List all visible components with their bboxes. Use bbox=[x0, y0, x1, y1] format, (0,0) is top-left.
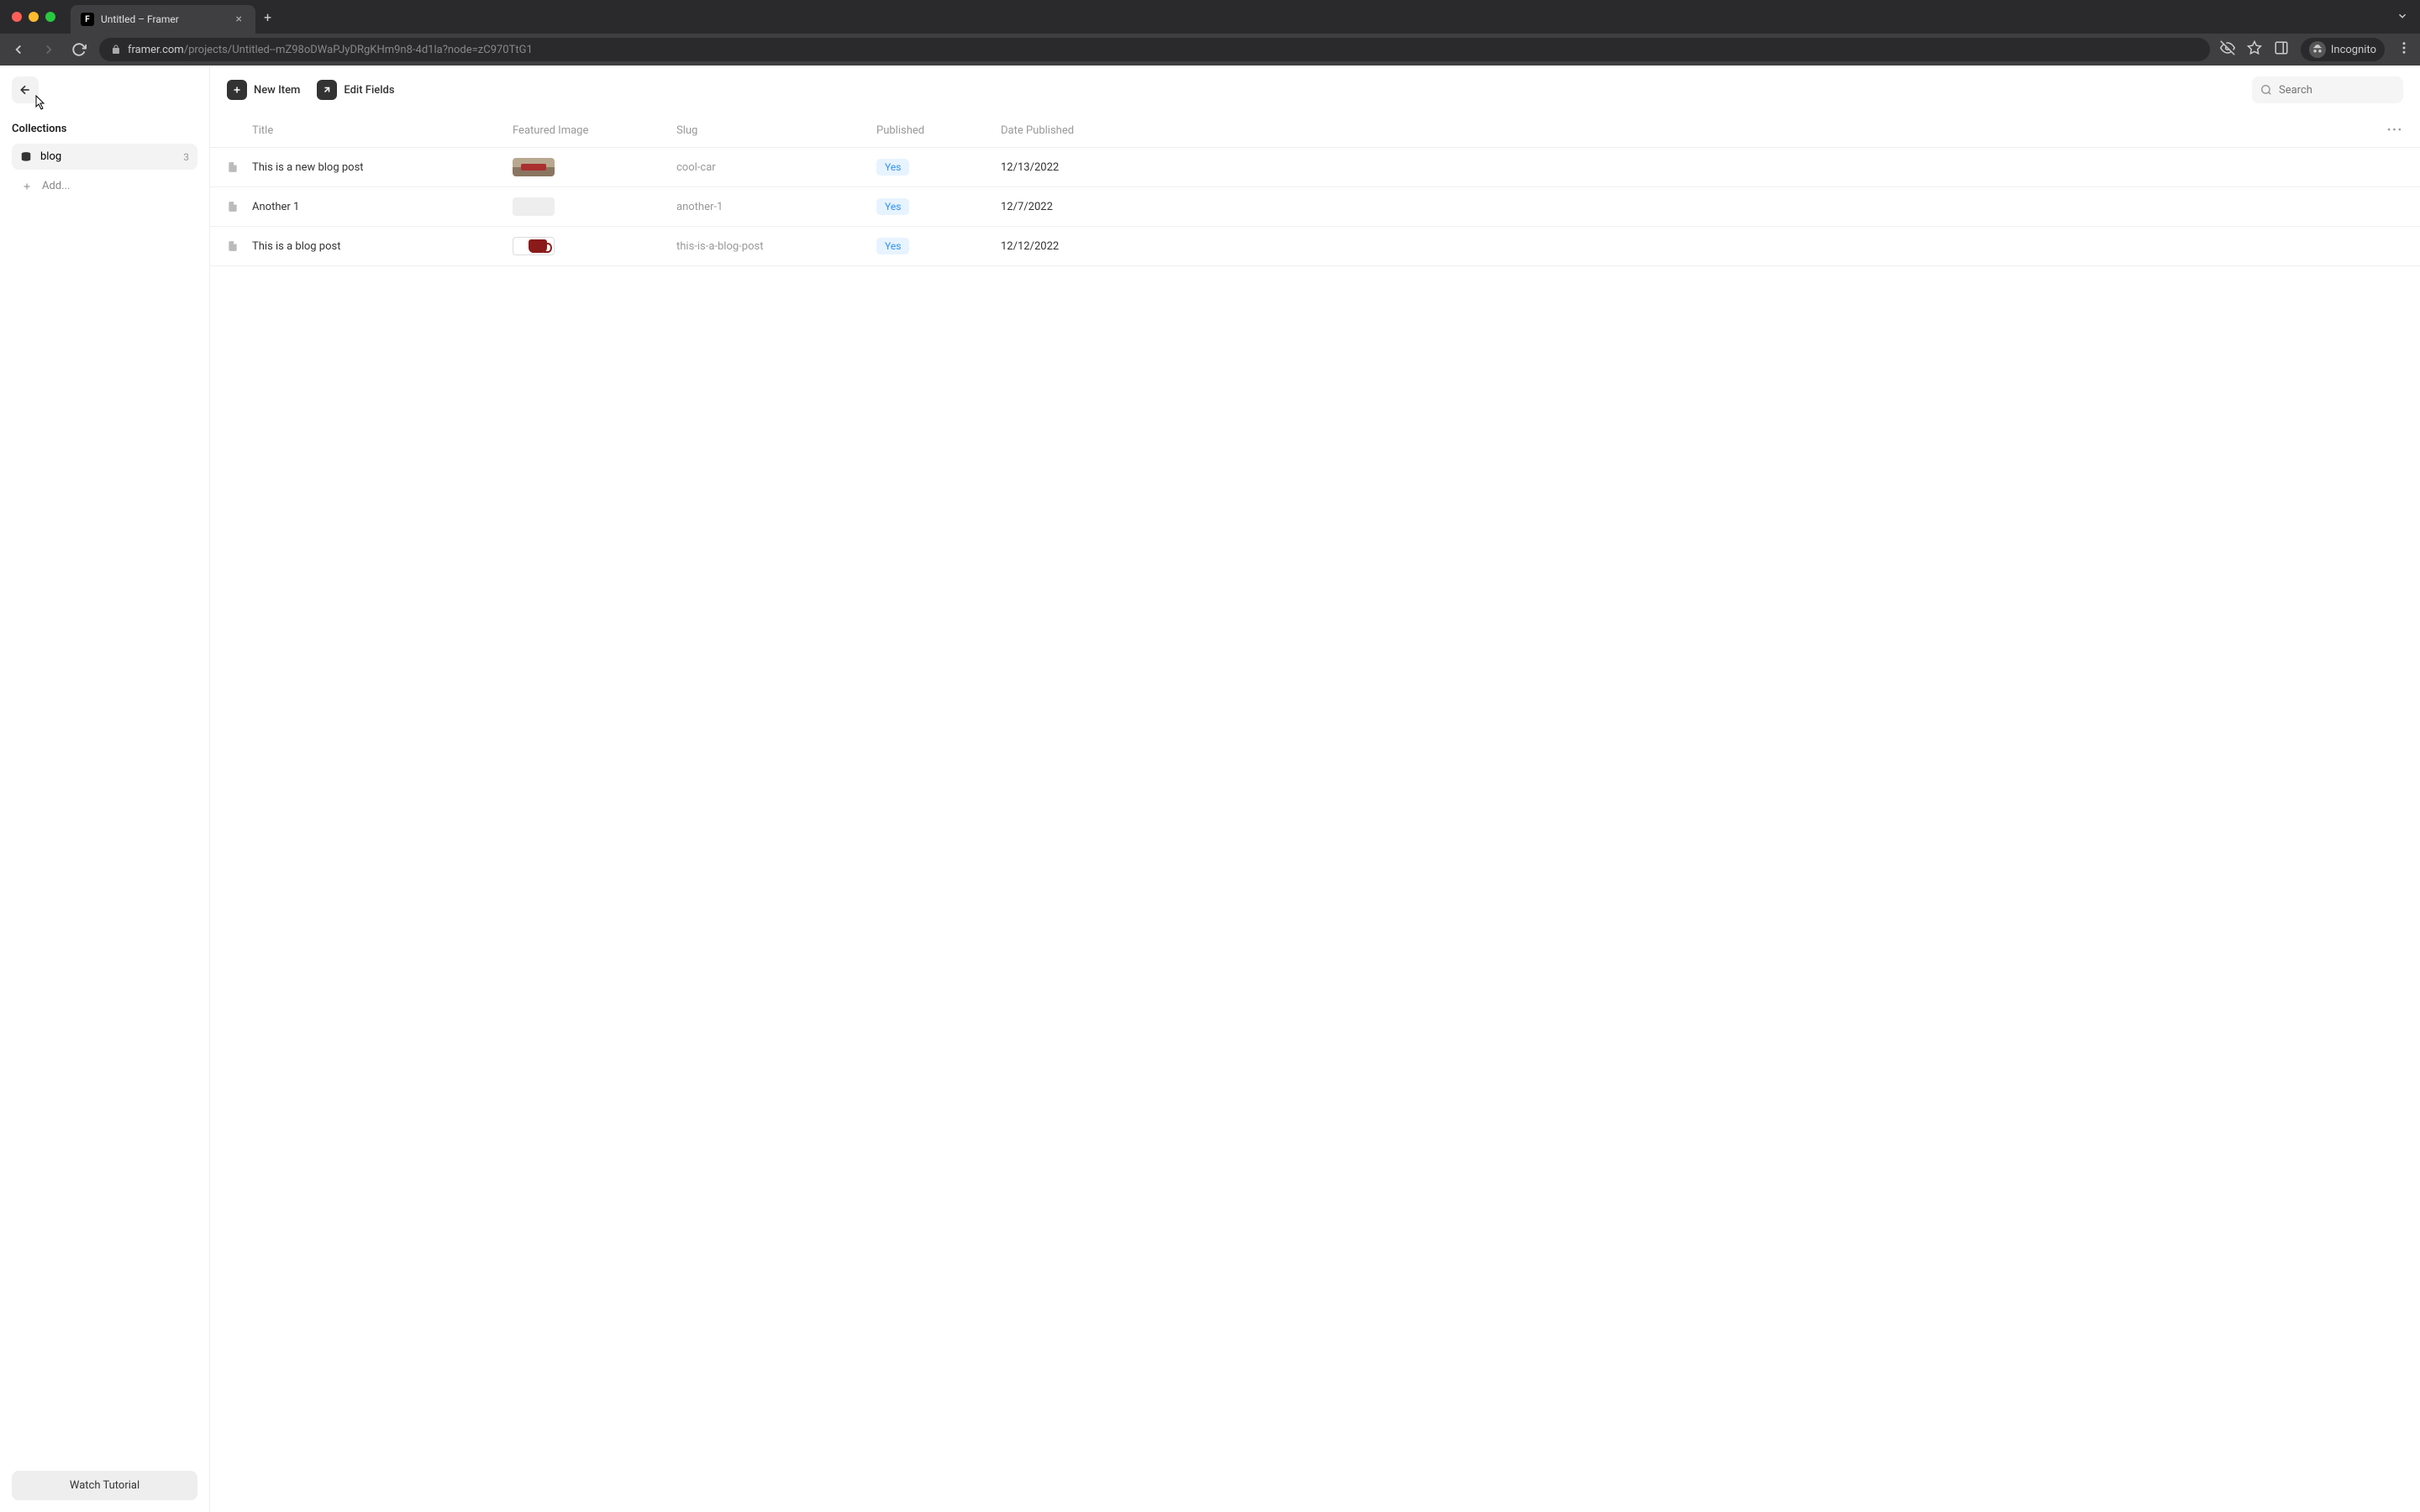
plus-icon bbox=[227, 80, 247, 100]
table-header: Title Featured Image Slug Published Date… bbox=[210, 114, 2420, 148]
sidebar: Collections blog 3 Add... Watch Tutorial bbox=[0, 66, 210, 1512]
collection-count: 3 bbox=[183, 151, 189, 163]
table-row[interactable]: This is a new blog post cool-car Yes 12/… bbox=[210, 148, 2420, 187]
document-icon bbox=[227, 201, 252, 213]
header-title[interactable]: Title bbox=[252, 124, 513, 137]
header-date-published[interactable]: Date Published bbox=[1001, 124, 2403, 137]
app-root: Collections blog 3 Add... Watch Tutorial bbox=[0, 66, 2420, 1512]
toolbar: New Item Edit Fields bbox=[210, 66, 2420, 114]
browser-forward-button[interactable] bbox=[39, 39, 59, 60]
row-published: Yes bbox=[876, 159, 1001, 176]
watch-tutorial-button[interactable]: Watch Tutorial bbox=[12, 1471, 197, 1500]
new-item-button[interactable]: New Item bbox=[227, 80, 300, 100]
document-icon bbox=[227, 161, 252, 173]
document-icon bbox=[227, 240, 252, 252]
close-window-button[interactable] bbox=[12, 12, 22, 22]
row-published: Yes bbox=[876, 198, 1001, 215]
incognito-label: Incognito bbox=[2331, 44, 2376, 56]
database-icon bbox=[20, 151, 32, 163]
row-thumbnail bbox=[513, 237, 676, 255]
row-title: Another 1 bbox=[252, 201, 513, 213]
tab-favicon bbox=[81, 13, 94, 26]
new-item-label: New Item bbox=[254, 84, 300, 97]
row-date: 12/13/2022 bbox=[1001, 161, 2403, 174]
tabs-dropdown-button[interactable] bbox=[2396, 9, 2408, 25]
collection-label: blog bbox=[40, 150, 61, 163]
search-box[interactable] bbox=[2252, 76, 2403, 103]
browser-tab-strip: Untitled – Framer × + bbox=[0, 0, 2420, 34]
add-collection-button[interactable]: Add... bbox=[12, 173, 197, 199]
bookmark-star-icon[interactable] bbox=[2247, 40, 2262, 59]
browser-tab[interactable]: Untitled – Framer × bbox=[71, 5, 255, 34]
edit-fields-label: Edit Fields bbox=[344, 84, 394, 97]
browser-reload-button[interactable] bbox=[69, 39, 89, 60]
sidebar-section-title: Collections bbox=[12, 123, 197, 135]
tab-title: Untitled – Framer bbox=[101, 13, 226, 25]
header-featured-image[interactable]: Featured Image bbox=[513, 124, 676, 137]
plus-icon bbox=[20, 181, 34, 192]
row-thumbnail bbox=[513, 197, 676, 216]
url-text: framer.com/projects/Untitled--mZ98oDWaPJ… bbox=[128, 44, 533, 56]
lock-icon bbox=[111, 42, 121, 58]
table-more-button[interactable]: ••• bbox=[2387, 124, 2403, 137]
row-slug: another-1 bbox=[676, 201, 876, 213]
maximize-window-button[interactable] bbox=[45, 12, 55, 22]
browser-menu-button[interactable] bbox=[2396, 40, 2412, 59]
row-published: Yes bbox=[876, 238, 1001, 255]
incognito-icon bbox=[2309, 41, 2326, 58]
eye-off-icon[interactable] bbox=[2220, 40, 2235, 59]
row-title: This is a blog post bbox=[252, 240, 513, 253]
main-panel: New Item Edit Fields Title Featured Imag… bbox=[210, 66, 2420, 1512]
row-slug: this-is-a-blog-post bbox=[676, 240, 876, 253]
row-thumbnail bbox=[513, 158, 676, 176]
edit-icon bbox=[317, 80, 337, 100]
header-slug[interactable]: Slug bbox=[676, 124, 876, 137]
search-icon bbox=[2260, 84, 2272, 96]
row-date: 12/12/2022 bbox=[1001, 240, 2403, 253]
table-row[interactable]: Another 1 another-1 Yes 12/7/2022 bbox=[210, 187, 2420, 227]
edit-fields-button[interactable]: Edit Fields bbox=[317, 80, 394, 100]
address-bar[interactable]: framer.com/projects/Untitled--mZ98oDWaPJ… bbox=[99, 38, 2210, 61]
app-back-button[interactable] bbox=[12, 76, 39, 103]
new-tab-button[interactable]: + bbox=[264, 9, 271, 25]
add-label: Add... bbox=[42, 180, 70, 192]
header-published[interactable]: Published bbox=[876, 124, 1001, 137]
browser-toolbar: framer.com/projects/Untitled--mZ98oDWaPJ… bbox=[0, 34, 2420, 66]
minimize-window-button[interactable] bbox=[29, 12, 39, 22]
browser-back-button[interactable] bbox=[8, 39, 29, 60]
incognito-badge[interactable]: Incognito bbox=[2301, 38, 2385, 61]
search-input[interactable] bbox=[2279, 84, 2418, 97]
panel-icon[interactable] bbox=[2274, 40, 2289, 59]
table-row[interactable]: This is a blog post this-is-a-blog-post … bbox=[210, 227, 2420, 266]
tab-close-button[interactable]: × bbox=[233, 13, 245, 26]
window-controls bbox=[12, 12, 55, 22]
sidebar-item-blog[interactable]: blog 3 bbox=[12, 144, 197, 170]
row-slug: cool-car bbox=[676, 161, 876, 174]
row-date: 12/7/2022 bbox=[1001, 201, 2403, 213]
row-title: This is a new blog post bbox=[252, 161, 513, 174]
